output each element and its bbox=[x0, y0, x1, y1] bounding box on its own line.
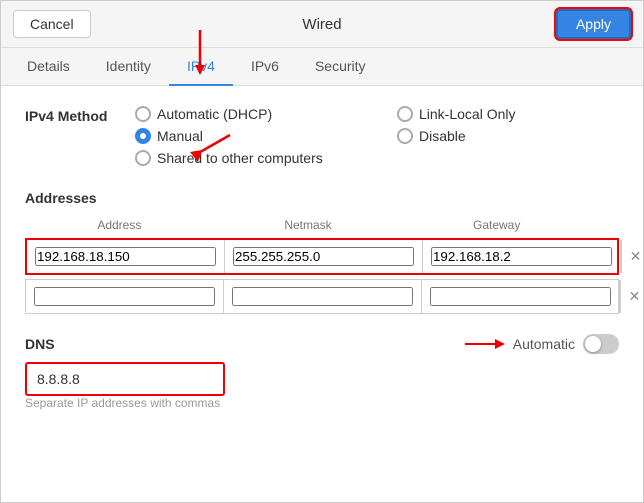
radio-manual-label: Manual bbox=[157, 128, 203, 144]
dns-auto-area: Automatic bbox=[465, 334, 619, 354]
dns-title: DNS bbox=[25, 336, 55, 352]
netmask-input-2[interactable] bbox=[232, 287, 413, 306]
dns-hint: Separate IP addresses with commas bbox=[25, 396, 619, 410]
gateway-cell-2[interactable] bbox=[422, 280, 620, 313]
col-netmask: Netmask bbox=[214, 216, 403, 234]
tab-identity[interactable]: Identity bbox=[88, 48, 169, 86]
apply-button[interactable]: Apply bbox=[556, 9, 631, 39]
radio-disable-label: Disable bbox=[419, 128, 466, 144]
gateway-input-2[interactable] bbox=[430, 287, 611, 306]
address-row-2-cells: ✕ bbox=[26, 280, 618, 313]
tab-bar: Details Identity IPv4 IPv6 Security bbox=[1, 48, 643, 86]
radio-automatic-label: Automatic (DHCP) bbox=[157, 106, 272, 122]
addresses-section: Addresses Address Netmask Gateway bbox=[25, 190, 619, 314]
delete-row-1[interactable]: ✕ bbox=[621, 240, 643, 273]
address-input-2[interactable] bbox=[34, 287, 215, 306]
delete-row-2[interactable]: ✕ bbox=[620, 280, 643, 313]
address-row-1-cells: ✕ bbox=[27, 240, 617, 273]
cancel-button[interactable]: Cancel bbox=[13, 10, 91, 38]
gateway-cell-1[interactable] bbox=[423, 240, 621, 273]
content-area: IPv4 Method Automatic (DHCP) Link-Local … bbox=[1, 86, 643, 502]
radio-shared[interactable]: Shared to other computers bbox=[135, 150, 357, 166]
radio-link-local[interactable]: Link-Local Only bbox=[397, 106, 619, 122]
dns-header: DNS Automatic bbox=[25, 334, 619, 354]
dns-auto-toggle[interactable] bbox=[583, 334, 619, 354]
dns-auto-label: Automatic bbox=[513, 336, 575, 352]
tab-ipv4[interactable]: IPv4 bbox=[169, 48, 233, 86]
tab-ipv6[interactable]: IPv6 bbox=[233, 48, 297, 86]
radio-shared-icon bbox=[135, 150, 151, 166]
titlebar: Cancel Wired Apply bbox=[1, 1, 643, 48]
dns-section: DNS Automatic Separate IP addresses with… bbox=[25, 334, 619, 410]
radio-automatic-icon bbox=[135, 106, 151, 122]
radio-manual-icon bbox=[135, 128, 151, 144]
radio-options: Automatic (DHCP) Link-Local Only Manual … bbox=[135, 106, 619, 166]
radio-manual[interactable]: Manual bbox=[135, 128, 357, 144]
radio-disable[interactable]: Disable bbox=[397, 128, 619, 144]
address-cell-1[interactable] bbox=[27, 240, 225, 273]
tab-details[interactable]: Details bbox=[9, 48, 88, 86]
ipv4-method-section: IPv4 Method Automatic (DHCP) Link-Local … bbox=[25, 106, 619, 166]
addresses-title: Addresses bbox=[25, 190, 619, 206]
col-gateway: Gateway bbox=[402, 216, 591, 234]
netmask-cell-2[interactable] bbox=[224, 280, 422, 313]
radio-link-local-icon bbox=[397, 106, 413, 122]
netmask-input-1[interactable] bbox=[233, 247, 414, 266]
radio-shared-label: Shared to other computers bbox=[157, 150, 323, 166]
dns-input[interactable] bbox=[25, 362, 225, 396]
window-title: Wired bbox=[302, 16, 341, 33]
address-input-1[interactable] bbox=[35, 247, 216, 266]
dns-input-row bbox=[25, 362, 619, 396]
radio-disable-icon bbox=[397, 128, 413, 144]
netmask-cell-1[interactable] bbox=[225, 240, 423, 273]
main-window: Cancel Wired Apply Details Identity IPv4… bbox=[0, 0, 644, 503]
gateway-input-1[interactable] bbox=[431, 247, 612, 266]
col-address: Address bbox=[25, 216, 214, 234]
address-row-2: ✕ bbox=[25, 279, 619, 314]
col-delete-spacer bbox=[591, 216, 619, 234]
address-row-1: ✕ bbox=[25, 238, 619, 275]
column-headers: Address Netmask Gateway bbox=[25, 214, 619, 236]
address-cell-2[interactable] bbox=[26, 280, 224, 313]
dns-arrow-icon bbox=[465, 335, 505, 353]
radio-automatic[interactable]: Automatic (DHCP) bbox=[135, 106, 357, 122]
radio-link-local-label: Link-Local Only bbox=[419, 106, 516, 122]
method-label: IPv4 Method bbox=[25, 106, 135, 124]
tab-security[interactable]: Security bbox=[297, 48, 384, 86]
